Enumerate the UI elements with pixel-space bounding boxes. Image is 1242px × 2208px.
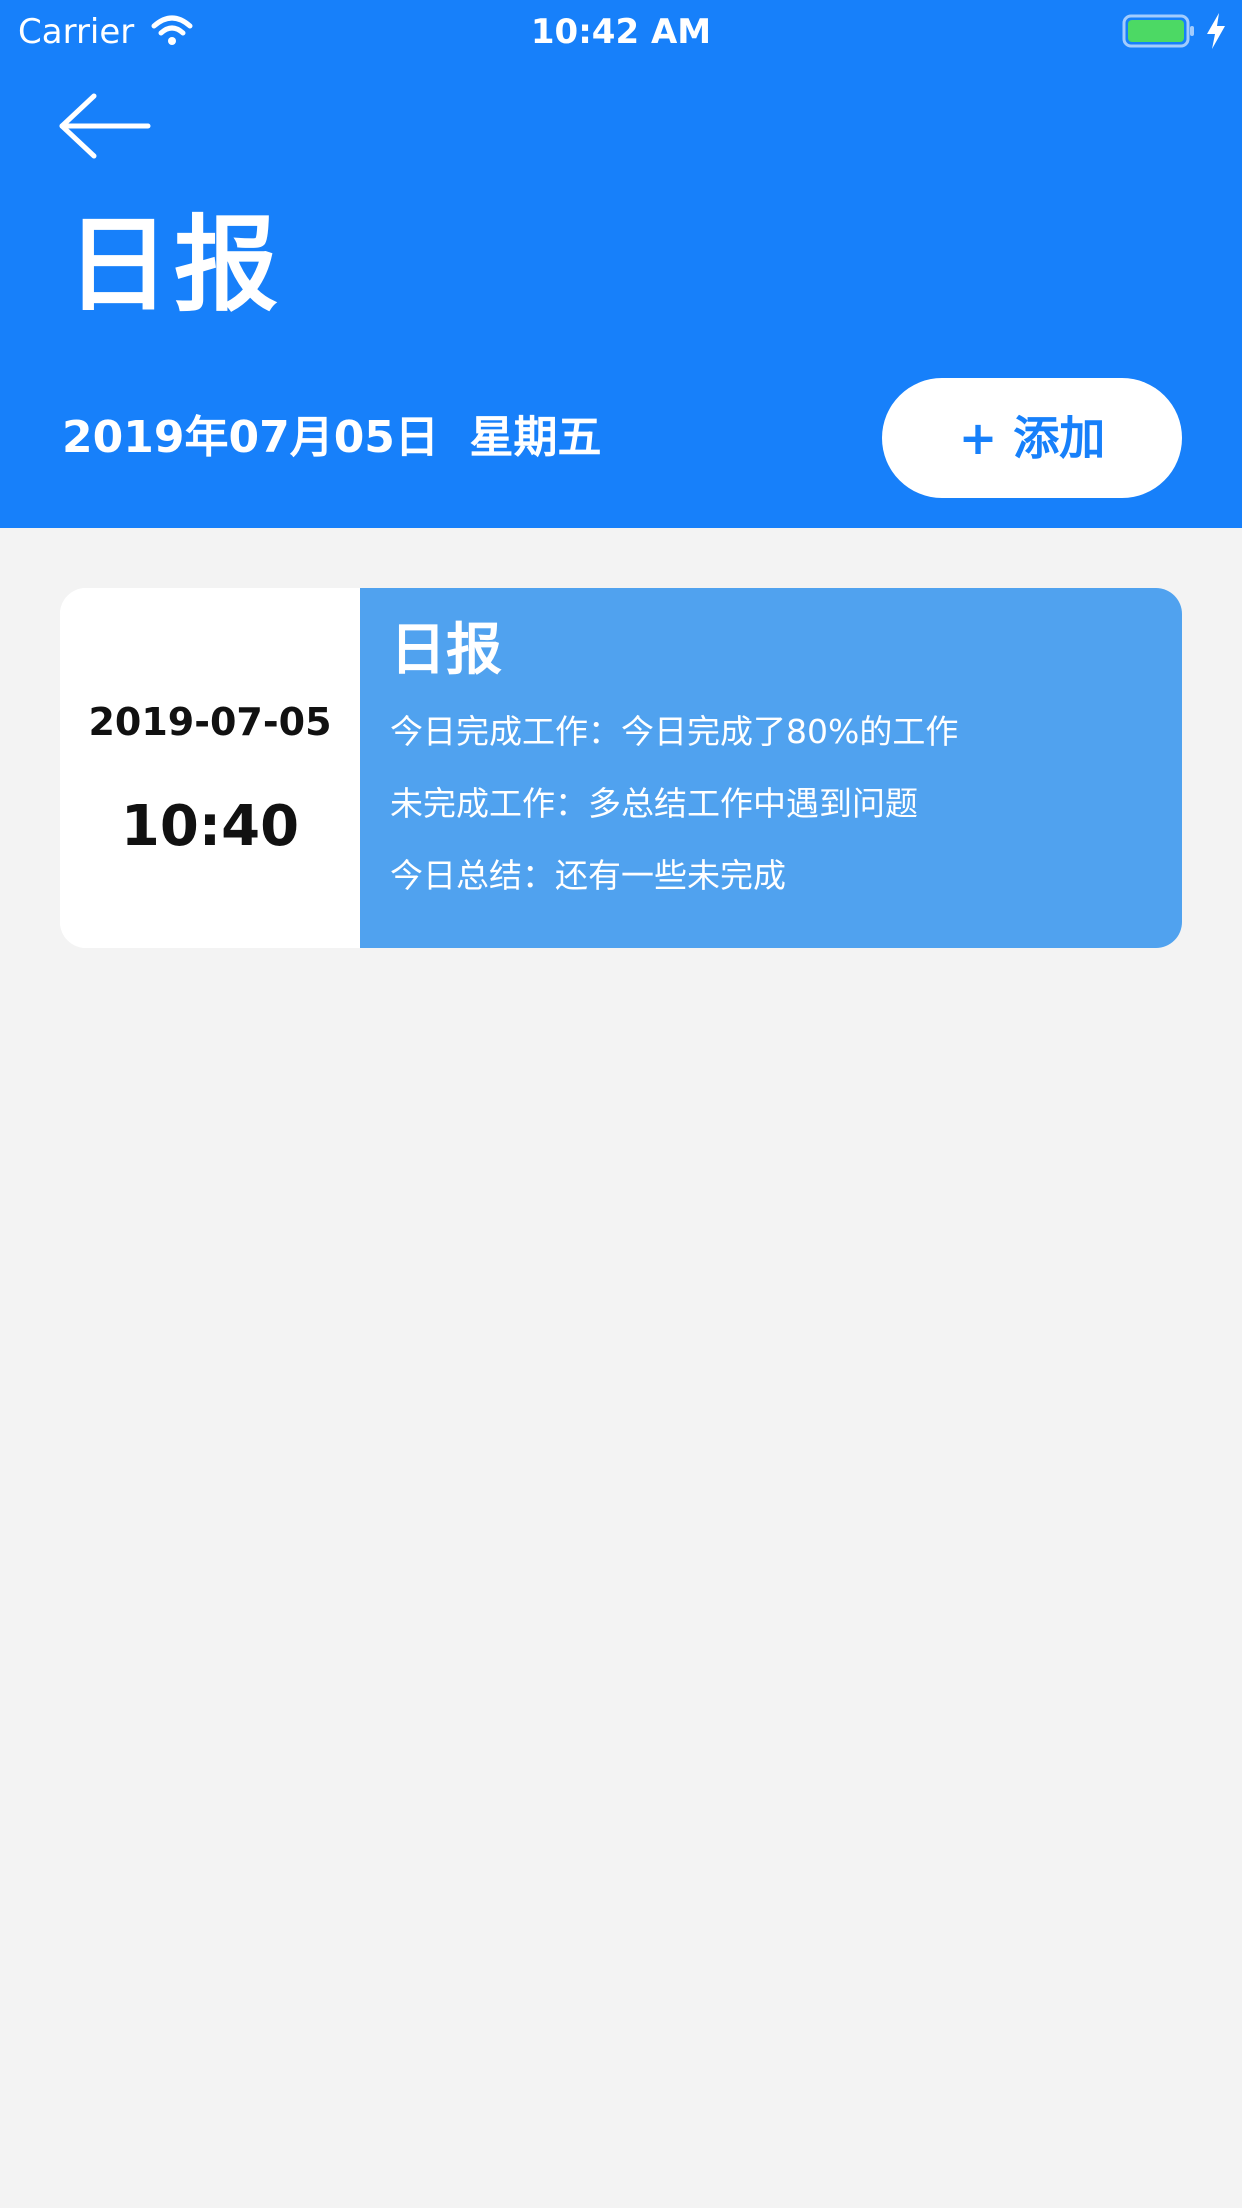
back-arrow-icon[interactable] <box>58 92 154 160</box>
report-date: 2019-07-05 <box>88 700 332 744</box>
report-card-content: 日报 今日完成工作：今日完成了80%的工作 未完成工作：多总结工作中遇到问题 今… <box>360 588 1182 948</box>
report-completed-work: 今日完成工作：今日完成了80%的工作 <box>390 712 959 751</box>
status-clock: 10:42 AM <box>530 12 712 52</box>
report-title: 日报 <box>390 618 502 683</box>
status-bar: Carrier 10:42 AM <box>0 0 1242 60</box>
charging-bolt-icon <box>1207 13 1225 49</box>
report-summary: 今日总结：还有一些未完成 <box>390 856 786 895</box>
battery-icon <box>1122 14 1194 48</box>
report-card[interactable]: 2019-07-05 10:40 日报 今日完成工作：今日完成了80%的工作 未… <box>60 588 1182 948</box>
page-title: 日报 <box>66 204 283 326</box>
current-date-label: 2019年07月05日 星期五 <box>62 412 602 463</box>
report-unfinished-work: 未完成工作：多总结工作中遇到问题 <box>390 784 918 823</box>
report-card-datetime: 2019-07-05 10:40 <box>60 588 360 948</box>
add-report-button[interactable]: + 添加 <box>882 378 1182 498</box>
report-time: 10:40 <box>120 794 300 859</box>
header-bar: Carrier 10:42 AM 日报 2019年07月05日 星期五 + 添加 <box>0 0 1242 528</box>
